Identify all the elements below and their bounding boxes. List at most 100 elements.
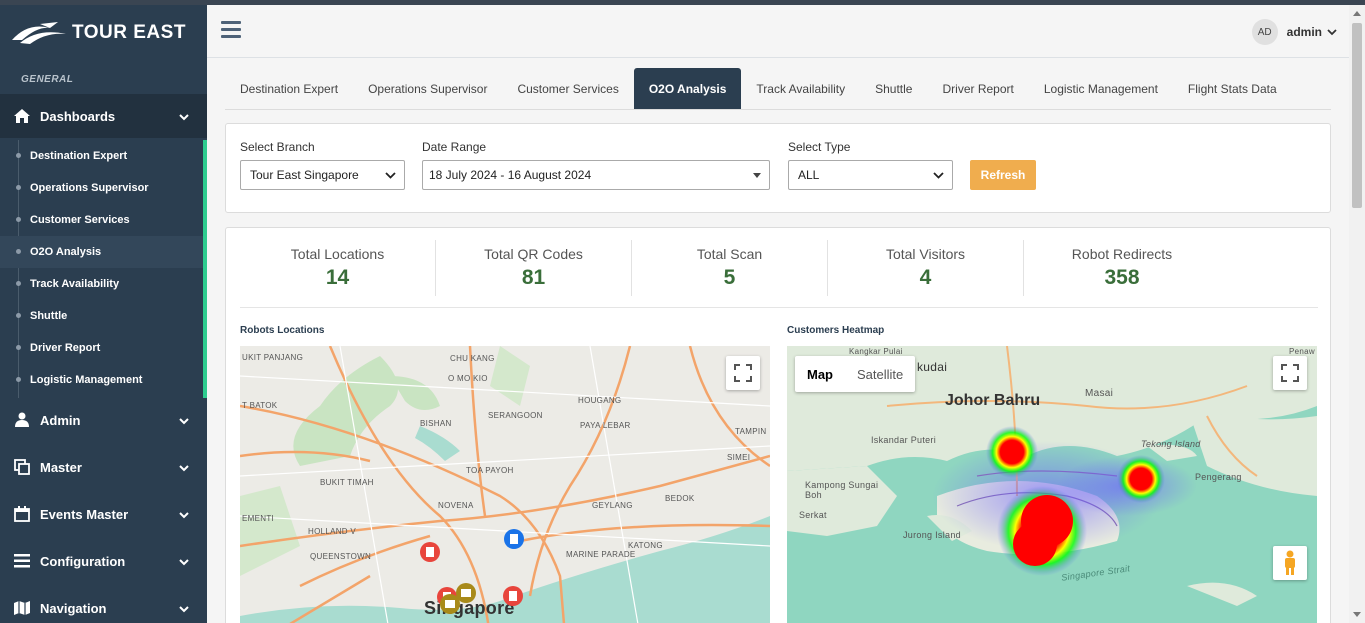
sidebar-item-configuration[interactable]: Configuration xyxy=(0,539,207,583)
page-scrollbar[interactable] xyxy=(1349,5,1365,623)
chevron-down-icon xyxy=(179,460,189,475)
sidebar-item-label: Navigation xyxy=(40,600,107,616)
map-label: SERANGOON xyxy=(488,411,543,420)
dashboards-submenu: Destination Expert Operations Supervisor… xyxy=(0,140,207,398)
fullscreen-button[interactable] xyxy=(1273,356,1307,390)
map-label: UKIT PANJANG xyxy=(242,353,304,362)
map-label: NOVENA xyxy=(438,501,474,510)
stat-total-visitors: Total Visitors 4 xyxy=(828,240,1024,296)
map-label: BUKIT TIMAH xyxy=(320,478,374,487)
sidebar-item-navigation[interactable]: Navigation xyxy=(0,586,207,623)
chevron-down-icon xyxy=(179,601,189,616)
map-view-button[interactable]: Map xyxy=(795,356,845,392)
date-range-picker[interactable]: 18 July 2024 - 16 August 2024 xyxy=(422,160,770,190)
sidebar-item-customer-services[interactable]: Customer Services xyxy=(0,204,203,236)
street-view-button[interactable] xyxy=(1273,546,1307,580)
sidebar-item-track-availability[interactable]: Track Availability xyxy=(0,268,203,300)
tab-flight-stats-data[interactable]: Flight Stats Data xyxy=(1173,68,1292,109)
map-icon xyxy=(13,599,31,617)
caret-down-icon xyxy=(753,173,761,178)
tab-track-availability[interactable]: Track Availability xyxy=(741,68,860,109)
map-label: GEYLANG xyxy=(592,501,633,510)
map-label: TAMPIN xyxy=(735,427,767,436)
main-content: Destination Expert Operations Supervisor… xyxy=(207,58,1349,623)
home-icon xyxy=(13,107,31,125)
scroll-thumb[interactable] xyxy=(1352,23,1362,208)
robot-marker-icon[interactable] xyxy=(502,585,524,607)
type-label: Select Type xyxy=(788,140,851,154)
chevron-down-icon xyxy=(179,507,189,522)
type-select-value: ALL xyxy=(798,168,820,182)
copy-icon xyxy=(13,458,31,476)
username: admin xyxy=(1286,25,1322,39)
scroll-up-icon[interactable] xyxy=(1353,11,1361,16)
robot-marker-icon[interactable] xyxy=(439,593,461,615)
chevron-down-icon xyxy=(933,172,944,179)
dashboard-tabs: Destination Expert Operations Supervisor… xyxy=(225,68,1331,110)
hamburger-menu-icon[interactable] xyxy=(221,21,241,39)
map-label: O MO KIO xyxy=(448,374,488,383)
stat-total-qr-codes: Total QR Codes 81 xyxy=(436,240,632,296)
branch-select[interactable]: Tour East Singapore xyxy=(240,160,405,190)
sidebar-item-label: Admin xyxy=(40,412,81,428)
sidebar-item-dashboards[interactable]: Dashboards xyxy=(0,94,207,138)
sidebar-item-operations-supervisor[interactable]: Operations Supervisor xyxy=(0,172,203,204)
heatmap-label: Kampong Sungai Boh xyxy=(805,480,879,500)
heatmap-title: Customers Heatmap xyxy=(787,325,885,336)
customers-heatmap[interactable]: Kangkar Pulai kudai Johor Bahru Masai Pe… xyxy=(787,346,1317,623)
top-line xyxy=(0,0,1365,5)
stat-label: Robot Redirects xyxy=(1071,246,1173,262)
stat-robot-redirects: Robot Redirects 358 xyxy=(1024,240,1220,296)
fullscreen-button[interactable] xyxy=(726,356,760,390)
heatmap-label: Jurong Island xyxy=(903,530,961,540)
stat-value: 14 xyxy=(325,266,350,289)
sidebar-item-events-master[interactable]: Events Master xyxy=(0,492,207,536)
refresh-button[interactable]: Refresh xyxy=(970,160,1036,190)
stats-row: Total Locations 14 Total QR Codes 81 Tot… xyxy=(240,240,1318,308)
sidebar-item-admin[interactable]: Admin xyxy=(0,398,207,442)
stat-label: Total Scan xyxy=(696,246,763,262)
stat-label: Total Visitors xyxy=(885,246,966,262)
avatar: AD xyxy=(1251,19,1278,45)
tab-destination-expert[interactable]: Destination Expert xyxy=(225,68,353,109)
tab-logistic-management[interactable]: Logistic Management xyxy=(1029,68,1173,109)
heatmap-label-johor-bahru: Johor Bahru xyxy=(945,392,1041,409)
tab-driver-report[interactable]: Driver Report xyxy=(927,68,1028,109)
sidebar-item-label: Master xyxy=(40,459,82,475)
sidebar-item-driver-report[interactable]: Driver Report xyxy=(0,332,203,364)
user-icon xyxy=(13,411,31,429)
sidebar-item-shuttle[interactable]: Shuttle xyxy=(0,300,203,332)
sidebar-item-label: Configuration xyxy=(40,553,126,569)
heatmap-label: Serkat xyxy=(799,510,827,520)
type-select[interactable]: ALL xyxy=(788,160,953,190)
map-label: CHU KANG xyxy=(450,354,495,363)
tab-customer-services[interactable]: Customer Services xyxy=(502,68,633,109)
robot-marker-icon[interactable] xyxy=(419,541,441,563)
map-label: PAYA LEBAR xyxy=(580,421,631,430)
branch-select-value: Tour East Singapore xyxy=(250,168,359,182)
sidebar-item-destination-expert[interactable]: Destination Expert xyxy=(0,140,203,172)
chevron-down-icon xyxy=(179,413,189,428)
filter-panel: Select Branch Tour East Singapore Date R… xyxy=(225,123,1331,213)
heatmap-label: Iskandar Puteri xyxy=(871,435,937,445)
chevron-down-icon xyxy=(1327,29,1337,36)
sidebar-item-master[interactable]: Master xyxy=(0,445,207,489)
fullscreen-icon xyxy=(1281,364,1299,382)
tab-shuttle[interactable]: Shuttle xyxy=(860,68,927,109)
branch-label: Select Branch xyxy=(240,140,315,154)
user-menu[interactable]: AD admin xyxy=(1251,19,1337,45)
satellite-view-button[interactable]: Satellite xyxy=(845,356,915,392)
brand-logo[interactable]: TOUR EAST xyxy=(10,18,186,48)
sidebar-item-o2o-analysis[interactable]: O2O Analysis xyxy=(0,236,203,268)
brand-name: TOUR EAST xyxy=(72,22,186,43)
robot-marker-icon[interactable] xyxy=(503,528,525,550)
sidebar-item-logistic-management[interactable]: Logistic Management xyxy=(0,364,203,396)
heatmap-label: Tekong Island xyxy=(1141,439,1201,449)
scroll-down-icon[interactable] xyxy=(1353,612,1361,617)
robots-map[interactable]: UKIT PANJANG CHU KANG O MO KIO T BATOK S… xyxy=(240,346,770,623)
stat-label: Total Locations xyxy=(290,246,385,262)
tab-operations-supervisor[interactable]: Operations Supervisor xyxy=(353,68,502,109)
tab-o2o-analysis[interactable]: O2O Analysis xyxy=(633,68,742,109)
date-range-value: 18 July 2024 - 16 August 2024 xyxy=(429,168,592,182)
heatmap-label: Penaw xyxy=(1289,347,1315,356)
